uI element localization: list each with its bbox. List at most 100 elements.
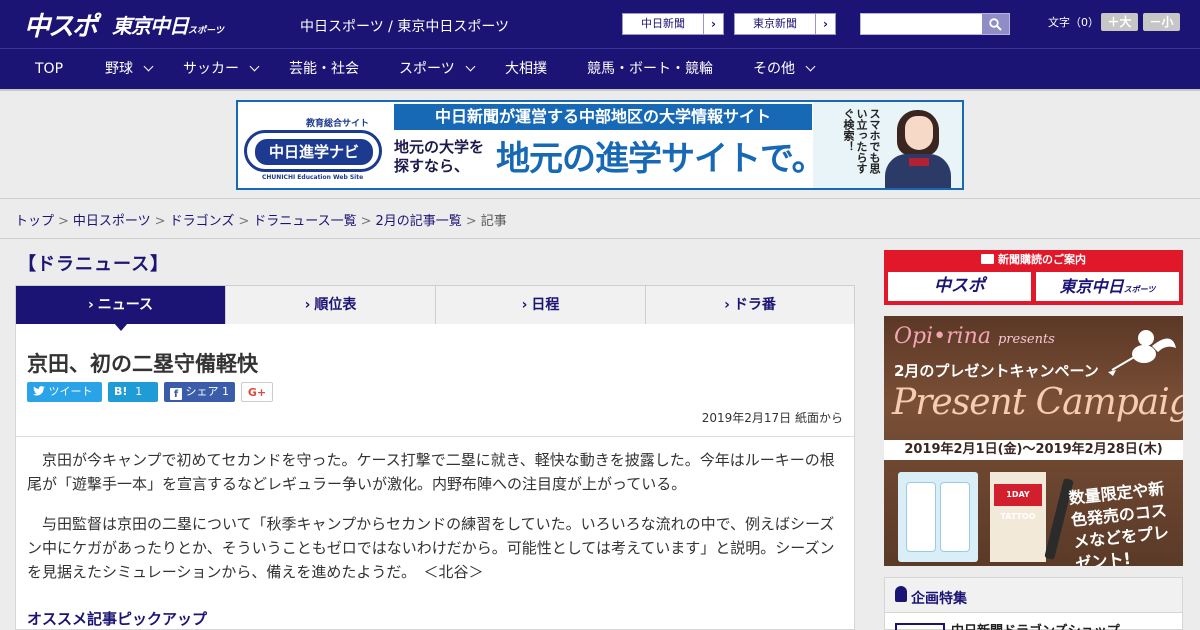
ad-big-title: Present Campaign bbox=[892, 382, 1183, 423]
tab-dora-ban[interactable]: › ドラ番 bbox=[646, 286, 854, 324]
site-name[interactable]: 中日スポーツ / 東京中日スポーツ bbox=[300, 16, 509, 36]
tweet-label: ツイート bbox=[48, 385, 93, 398]
banner-logo-oval: 中日進学ナビ bbox=[244, 130, 382, 172]
banner-model-ribbon bbox=[909, 158, 929, 166]
banner-logo-top: 教育総合サイト bbox=[306, 119, 370, 129]
ad-copy: 数量限定や新色発売のコスメなどをプレゼント! bbox=[1067, 478, 1170, 566]
hatena-icon: B! bbox=[114, 385, 128, 398]
tokyo-shimbun-link[interactable]: 東京新聞 › bbox=[734, 13, 836, 35]
nav-item-sumo[interactable]: 大相撲 bbox=[505, 49, 547, 89]
feature-box: 企画特集 中日新聞ドラゴンズショップ bbox=[884, 577, 1183, 630]
tab-label: 順位表 bbox=[314, 297, 357, 313]
breadcrumb-dragons[interactable]: ドラゴンズ bbox=[170, 214, 235, 229]
subscribe-chuspo-logo[interactable]: 中スポ bbox=[888, 272, 1031, 301]
article-paragraph: 京田が今キャンプで初めてセカンドを守った。ケース打撃で二塁に就き、軽快な動きを披… bbox=[27, 451, 835, 493]
breadcrumb: トップ > 中日スポーツ > ドラゴンズ > ドラニュース一覧 >2月の記事一覧 > 記事 bbox=[15, 210, 507, 229]
cupid-icon bbox=[1108, 330, 1176, 376]
banner-subline-2: 探すなら、 bbox=[394, 157, 470, 175]
breadcrumb-february-list[interactable]: 2月の記事一覧 bbox=[376, 214, 462, 229]
ad-product-tattoo-label: 1DAY TATTOO bbox=[994, 484, 1042, 521]
nav-divider bbox=[0, 89, 1200, 91]
article-paragraph: 与田監督は京田の二塁について「秋季キャンプからセカンドの練習をしていた。いろいろ… bbox=[27, 515, 835, 581]
chevron-down-icon bbox=[143, 61, 154, 72]
banner-side-copy: スマホでも思い立ったらすぐ検索！ bbox=[842, 108, 881, 174]
breadcrumb-dora-news-list[interactable]: ドラニュース一覧 bbox=[253, 214, 356, 229]
font-smaller-button[interactable]: －小 bbox=[1143, 13, 1180, 31]
tokyo-chunichi-logo-text: 東京中日 bbox=[112, 14, 189, 38]
tab-schedule[interactable]: › 日程 bbox=[436, 286, 646, 324]
feature-item-link[interactable]: 中日新聞ドラゴンズショップ bbox=[951, 620, 1120, 630]
nav-item-baseball[interactable]: 野球 bbox=[105, 49, 154, 89]
breadcrumb-current: 記事 bbox=[480, 214, 507, 229]
nav-item-sports[interactable]: スポーツ bbox=[399, 49, 476, 89]
ribbon-icon bbox=[895, 586, 907, 602]
subscription-heading: 新聞購読のご案内 bbox=[884, 250, 1183, 269]
hatena-bookmark-button[interactable]: B! 1 bbox=[108, 382, 158, 402]
shingaku-navi-banner[interactable]: 教育総合サイト 中日進学ナビ CHUNICHI Education Web Si… bbox=[236, 100, 964, 190]
main-nav: TOP 野球 サッカー 芸能・社会 スポーツ 大相撲 競馬・ボート・競輪 その他 bbox=[0, 48, 1200, 89]
ad-campaign-dates: 2019年2月1日(金)～2019年2月28日(木) bbox=[884, 440, 1183, 460]
nav-label: TOP bbox=[35, 61, 64, 77]
ad-product-bottle bbox=[906, 482, 936, 552]
feature-heading: 企画特集 bbox=[885, 578, 1182, 613]
active-tab-pointer bbox=[114, 323, 128, 331]
chevron-down-icon bbox=[249, 61, 260, 72]
search-button[interactable] bbox=[982, 14, 1009, 34]
news-tabs: › ニュース › 順位表 › 日程 › ドラ番 bbox=[15, 285, 855, 325]
nav-item-soccer[interactable]: サッカー bbox=[183, 49, 260, 89]
chevron-right-icon: › bbox=[815, 14, 835, 34]
chevron-right-icon: › bbox=[724, 297, 730, 313]
section-title: 【ドラニュース】 bbox=[18, 254, 170, 275]
ad-product-bioderma bbox=[898, 472, 978, 562]
ad-campaign-title: 2月のプレゼントキャンペーン bbox=[894, 362, 1099, 380]
breadcrumb-bar: トップ > 中日スポーツ > ドラゴンズ > ドラニュース一覧 >2月の記事一覧 > 記事 bbox=[0, 198, 1200, 239]
nav-label: スポーツ bbox=[399, 61, 455, 77]
banner-subline-1: 地元の大学を bbox=[394, 138, 485, 156]
tokyo-chunichi-logo[interactable]: 東京中日スポーツ bbox=[112, 10, 224, 39]
tab-news[interactable]: › ニュース bbox=[16, 286, 226, 324]
breadcrumb-separator: > bbox=[154, 214, 166, 229]
nav-item-racing[interactable]: 競馬・ボート・競輪 bbox=[587, 49, 713, 89]
banner-headline: 中日新聞が運営する中部地区の大学情報サイト bbox=[394, 104, 812, 130]
nav-label: 野球 bbox=[105, 61, 133, 77]
nav-item-top[interactable]: TOP bbox=[35, 49, 63, 89]
article-title: 京田、初の二塁守備軽快 bbox=[27, 352, 258, 376]
nav-item-entertainment[interactable]: 芸能・社会 bbox=[289, 49, 359, 89]
tokyo-shimbun-label: 東京新聞 bbox=[753, 17, 797, 30]
nav-item-other[interactable]: その他 bbox=[753, 49, 816, 89]
breadcrumb-chunichi-sports[interactable]: 中日スポーツ bbox=[73, 214, 151, 229]
facebook-share-label: シェア bbox=[185, 385, 219, 398]
subscribe-tokyo-chunichi-text: 東京中日 bbox=[1059, 277, 1124, 296]
banner-photo-area: スマホでも思い立ったらすぐ検索！ bbox=[813, 102, 962, 188]
ad-product-tattoo: 1DAY TATTOO bbox=[990, 472, 1046, 562]
present-campaign-ad[interactable]: Opi•rina presents 2月のプレゼントキャンペーン Present… bbox=[884, 316, 1183, 566]
google-plus-button[interactable]: G+ bbox=[241, 382, 273, 402]
nav-label: 競馬・ボート・競輪 bbox=[587, 61, 713, 77]
breadcrumb-separator: > bbox=[238, 214, 250, 229]
banner-model-face bbox=[905, 116, 933, 150]
breadcrumb-top[interactable]: トップ bbox=[15, 214, 54, 229]
tab-label: ドラ番 bbox=[733, 297, 776, 313]
breadcrumb-separator: > bbox=[360, 214, 372, 229]
banner-subline: 地元の大学を 探すなら、 bbox=[394, 138, 484, 176]
feature-thumbnail[interactable] bbox=[895, 623, 945, 630]
facebook-icon: f bbox=[170, 388, 182, 400]
ad-brand-name: Opi•rina bbox=[894, 324, 991, 349]
tweet-button[interactable]: ツイート bbox=[27, 382, 102, 402]
tokyo-chunichi-logo-suffix: スポーツ bbox=[188, 26, 224, 36]
chunichi-shimbun-link[interactable]: 中日新聞 › bbox=[622, 13, 724, 35]
search-input[interactable] bbox=[861, 14, 983, 34]
article-date: 2019年2月17日 紙面から bbox=[701, 411, 843, 425]
facebook-share-button[interactable]: f シェア 1 bbox=[164, 382, 235, 402]
tab-label: ニュース bbox=[97, 297, 154, 313]
chevron-right-icon: › bbox=[703, 14, 723, 34]
nav-label: その他 bbox=[753, 61, 795, 77]
chuspo-logo[interactable]: 中スポ bbox=[24, 6, 98, 43]
subscribe-tokyo-chunichi-logo[interactable]: 東京中日スポーツ bbox=[1036, 272, 1179, 301]
font-bigger-button[interactable]: ＋大 bbox=[1101, 13, 1138, 31]
subscription-heading-text: 新聞購読のご案内 bbox=[998, 253, 1086, 266]
tab-standings[interactable]: › 順位表 bbox=[226, 286, 436, 324]
chevron-down-icon bbox=[805, 61, 816, 72]
newspaper-icon bbox=[981, 254, 994, 264]
subscription-box[interactable]: 新聞購読のご案内 中スポ 東京中日スポーツ bbox=[884, 250, 1183, 305]
